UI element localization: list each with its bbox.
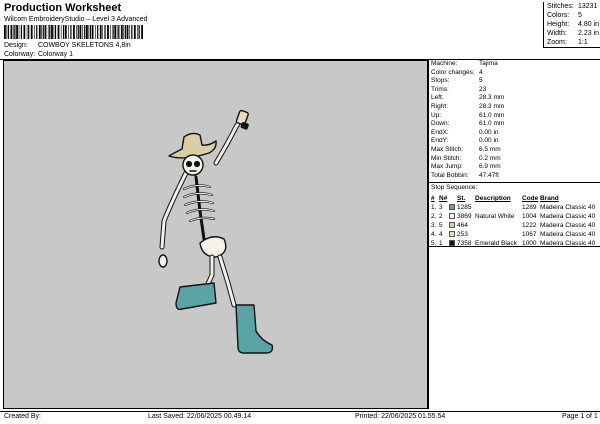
summary-height: Height: 4.80 in [547,21,600,28]
software-subtitle: Wilcom EmbroideryStudio – Level 3 Advanc… [4,16,148,23]
stop-sequence-title: Stop Sequence: [431,184,478,191]
param-endy: EndY: 0.00 in [431,137,499,145]
colorway-label: Colorway: [4,51,36,58]
created-by: Created By: [4,413,41,420]
boot-icon [175,282,274,354]
summary-zoom: Zoom: 1:1 [547,39,588,46]
footer-divider [0,411,600,412]
skeleton-embroidery [158,109,274,354]
table-row: 3. 5 464 1222 Madeira Classic 40 [431,222,596,229]
table-row: 1. 3 1285 1289 Madeira Classic 40 [431,204,596,211]
param-left: Left: 28.3 mm [431,94,505,102]
param-down: Down: 61.0 mm [431,120,505,128]
printed-date: Printed: 22/06/2025 01.55.54 [355,413,446,420]
info-panel: Machine: Tajima Color changes: 4 Stops: 5 T… [428,60,600,409]
col-num-header: # [431,195,435,202]
color-swatch [449,222,455,228]
col-stitches-header: St. [457,195,466,202]
worksheet-page: Production Worksheet Wilcom EmbroiderySt… [0,0,600,424]
last-saved: Last Saved: 22/06/2025 00.49.14 [148,413,252,420]
param-stops: Stops: 5 [431,77,483,85]
page-number: Page 1 of 1 [562,413,598,420]
col-description-header: Description [475,195,511,202]
param-trims: Trims: 23 [431,85,487,93]
param-up: Up: 61.0 mm [431,111,505,119]
summary-colors: Colors: 5 [547,12,582,19]
stop-table-bottom-rule [429,246,600,247]
barcode [4,25,143,39]
colorway-row: Colorway: Colorway 1 [4,51,73,58]
design-value: COWBOY SKELETONS 4,8in [37,42,131,49]
param-right: Right: 28.3 mm [431,103,505,110]
param-endx: EndX: 0.00 in [431,128,499,136]
color-swatch [449,213,455,219]
param-machine: Machine: Tajima [431,60,498,67]
cowboy-hat-icon [168,132,217,159]
color-swatch [449,231,455,237]
page-title: Production Worksheet [4,2,122,14]
summary-stitches: Stitches: 13231 [547,3,598,10]
table-row: 2. 2 3869 Natural White 1004 Madeira Cla… [431,213,596,220]
table-row: 4. 4 253 1067 Madeira Classic 40 [431,231,596,238]
colorway-value: Colorway 1 [37,51,73,58]
design-label: Design: [4,42,28,49]
summary-box: Stitches: 13231 Colors: 5 Height: 4.80 in W… [543,2,600,48]
design-preview [3,60,428,409]
col-code-header: Code [522,195,539,202]
param-min-stitch: Min Stitch: 0.2 mm [431,154,501,162]
color-swatch [449,204,455,210]
param-max-jump: Max Jump: 6.9 mm [431,163,501,171]
param-total-bobbin: Total Bobbin: 47.47ft [431,171,499,179]
stop-divider [429,182,600,183]
col-brand-header: Brand [540,195,559,202]
design-row: Design: COWBOY SKELETONS 4,8in [4,42,131,49]
col-needle-header: N# [439,195,448,202]
skull-icon [182,154,204,176]
summary-width: Width: 2.23 in [547,30,600,37]
param-max-stitch: Max Stitch: 6.5 mm [431,146,501,153]
stop-table-header: # N# St. Description Code Brand [429,194,600,203]
param-color-changes: Color changes: 4 [431,68,483,76]
